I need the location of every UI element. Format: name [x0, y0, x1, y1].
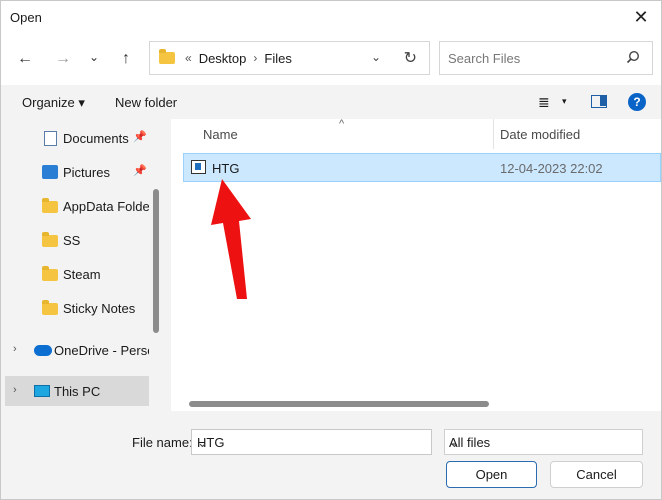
breadcrumb-separator: ›	[253, 51, 258, 65]
folder-icon	[42, 300, 58, 315]
sidebar-item-appdata-folder[interactable]: AppData Folder	[1, 191, 149, 221]
sidebar-item-label: SS	[63, 233, 81, 248]
search-icon[interactable]	[626, 50, 640, 64]
search-box[interactable]	[439, 41, 653, 75]
onedrive-icon	[34, 345, 52, 356]
open-button[interactable]: Open	[446, 461, 537, 488]
sidebar-item-label: This PC	[54, 384, 101, 399]
breadcrumb-files[interactable]: Files	[264, 51, 291, 66]
navigation-bar: ← → ⌄ ↑ « Desktop › Files ⌄ ↻	[1, 33, 661, 85]
sidebar-scrollbar[interactable]	[153, 189, 159, 333]
search-input[interactable]	[440, 42, 610, 74]
expand-chevron-icon[interactable]: ›	[13, 384, 17, 396]
pin-icon: 📌	[133, 165, 147, 177]
dialog-title: Open	[10, 10, 42, 25]
recent-locations-button[interactable]: ⌄	[82, 45, 106, 69]
annotation-arrow-icon	[211, 179, 251, 299]
folder-icon	[42, 266, 58, 281]
close-button[interactable]: ✕	[627, 5, 655, 29]
folder-icon	[159, 49, 175, 64]
this-pc-icon	[34, 385, 50, 397]
sidebar-item-onedrive[interactable]: › OneDrive - Perso	[1, 335, 149, 365]
forward-button[interactable]: →	[51, 47, 75, 71]
folder-icon	[42, 232, 58, 247]
address-dropdown-icon[interactable]: ⌄	[371, 50, 381, 64]
column-header-name[interactable]: Name	[203, 127, 238, 142]
chevron-down-icon[interactable]: ⌄	[197, 435, 423, 451]
preview-pane-icon[interactable]	[591, 95, 607, 108]
cancel-button[interactable]: Cancel	[550, 461, 643, 488]
sidebar-item-ss[interactable]: SS	[1, 225, 149, 255]
back-button[interactable]: ←	[13, 47, 37, 71]
pictures-icon	[42, 165, 58, 179]
file-date-modified: 12-04-2023 22:02	[500, 161, 603, 176]
dialog-footer: File name: HTG ⌄ All files ⌄ Open Cancel	[1, 411, 661, 499]
sidebar-item-steam[interactable]: Steam	[1, 259, 149, 289]
refresh-icon[interactable]: ↻	[404, 48, 417, 68]
view-dropdown-icon[interactable]: ▾	[562, 96, 567, 107]
column-divider[interactable]	[493, 119, 494, 149]
help-icon[interactable]: ?	[628, 93, 646, 111]
sidebar-item-label: Steam	[63, 267, 101, 282]
navigation-pane: Documents 📌 Pictures 📌 AppData Folder SS…	[1, 119, 149, 411]
file-name: HTG	[212, 161, 240, 176]
horizontal-scrollbar[interactable]	[189, 401, 489, 407]
command-bar: Organize ▾ New folder ≣ ▾ ?	[1, 85, 661, 119]
sidebar-item-documents[interactable]: Documents 📌	[1, 123, 149, 153]
chevron-down-icon[interactable]: ⌄	[449, 435, 634, 451]
new-folder-button[interactable]: New folder	[115, 95, 177, 110]
folder-icon	[42, 198, 58, 213]
up-button[interactable]: ↑	[114, 47, 138, 71]
pin-icon: 📌	[133, 131, 147, 143]
file-icon	[191, 160, 206, 174]
file-name-label: File name:	[132, 435, 193, 450]
sidebar-item-sticky-notes[interactable]: Sticky Notes	[1, 293, 149, 323]
sidebar-item-label: Sticky Notes	[63, 301, 136, 316]
column-header-date-modified[interactable]: Date modified	[500, 127, 580, 142]
address-bar[interactable]: « Desktop › Files ⌄ ↻	[149, 41, 430, 75]
sidebar-item-pictures[interactable]: Pictures 📌	[1, 157, 149, 187]
breadcrumb-desktop[interactable]: Desktop	[199, 51, 247, 66]
file-name-combobox[interactable]: HTG ⌄	[191, 429, 432, 455]
file-type-select[interactable]: All files ⌄	[444, 429, 643, 455]
documents-icon	[44, 131, 57, 146]
open-file-dialog: Open ✕ ← → ⌄ ↑ « Desktop › Files ⌄ ↻ Org…	[0, 0, 662, 500]
file-row-htg[interactable]: HTG 12-04-2023 22:02	[183, 153, 661, 182]
sidebar-item-label: AppData Folder	[63, 199, 149, 214]
sidebar-item-this-pc[interactable]: › This PC	[5, 376, 149, 406]
address-overflow[interactable]: «	[185, 51, 192, 65]
title-bar: Open ✕	[1, 1, 661, 33]
sidebar-item-label: OneDrive - Perso	[54, 343, 149, 358]
sort-ascending-icon: ^	[339, 118, 345, 130]
organize-menu[interactable]: Organize ▾	[22, 95, 85, 111]
view-options-icon[interactable]: ≣	[538, 94, 550, 111]
expand-chevron-icon[interactable]: ›	[13, 343, 17, 355]
